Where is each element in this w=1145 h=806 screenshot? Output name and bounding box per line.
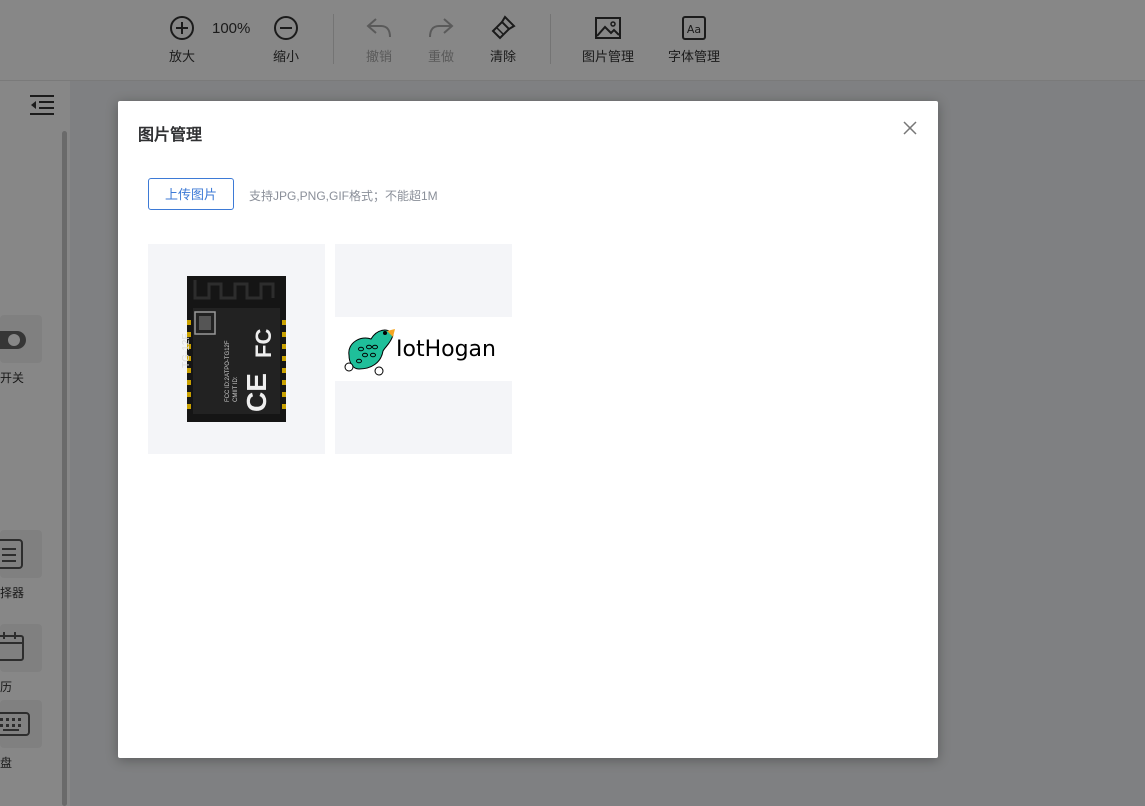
ce-mark: CE	[241, 373, 272, 412]
chip-fcc-text: FCC ID:2ATPO-TG12F	[225, 340, 231, 402]
chip-model-text: TG-12F	[181, 333, 192, 368]
iothogan-logo-image: IotHogan	[335, 317, 512, 381]
dialog-title: 图片管理	[138, 127, 203, 144]
parrot-logo-icon	[344, 329, 395, 376]
chip-cmiit-text: CMIIT ID:	[233, 376, 239, 402]
image-manage-dialog: 图片管理 上传图片 支持JPG,PNG,GIF格式；不能超1M TG-12F F…	[118, 101, 938, 758]
image-thumbnail[interactable]: IotHogan	[335, 244, 512, 454]
logo-text: IotHogan	[396, 337, 496, 362]
upload-image-button[interactable]: 上传图片	[148, 178, 234, 210]
image-thumbnail[interactable]: TG-12F FCC ID:2ATPO-TG12F CMIIT ID: FC C…	[148, 244, 325, 454]
fcc-mark: FC	[251, 328, 276, 358]
close-icon[interactable]	[900, 118, 920, 138]
upload-hint: 支持JPG,PNG,GIF格式；不能超1M	[249, 189, 438, 203]
tg-12f-module-image: TG-12F FCC ID:2ATPO-TG12F CMIIT ID: FC C…	[181, 276, 286, 422]
